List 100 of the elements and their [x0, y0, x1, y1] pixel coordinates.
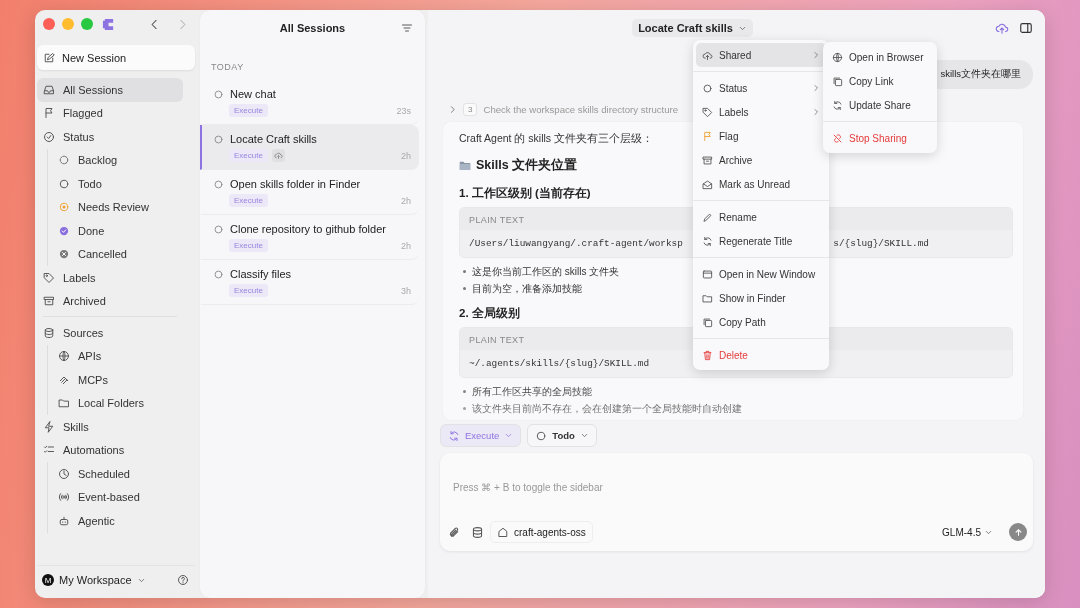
menu-item[interactable]: Show in Finder — [696, 286, 826, 310]
menu-item[interactable]: Update Share — [826, 93, 934, 117]
edit-icon — [43, 51, 55, 64]
chevron-down-icon — [579, 431, 589, 440]
refresh-icon — [448, 429, 460, 442]
sidebar-item[interactable]: Agentic — [52, 509, 183, 533]
status-dropdown[interactable]: Todo — [527, 424, 597, 447]
session-item[interactable]: Locate Craft skills Execute 2h — [200, 125, 419, 170]
menu-item[interactable]: Copy Path — [696, 310, 826, 334]
sidebar-item[interactable]: Backlog — [52, 148, 183, 172]
unlink-icon — [832, 132, 843, 144]
sidebar-item[interactable]: All Sessions — [37, 78, 183, 102]
circle-icon — [213, 223, 224, 235]
dashed-circle-icon — [58, 154, 70, 167]
session-item[interactable]: Open skills folder in Finder Execute 2h — [200, 170, 419, 215]
mode-tag: Execute — [229, 104, 268, 117]
menu-item[interactable]: Regenerate Title — [696, 229, 826, 253]
new-session-button[interactable]: New Session — [37, 45, 195, 70]
clock-icon — [58, 467, 70, 480]
menu-item[interactable]: Archive — [696, 148, 826, 172]
database-icon — [43, 326, 55, 339]
sidebar-item[interactable]: Sources — [37, 321, 183, 345]
tag-icon — [702, 106, 713, 118]
sidebar-item[interactable]: Automations — [37, 438, 183, 462]
sidebar-item[interactable]: APIs — [52, 344, 183, 368]
refresh-icon — [702, 235, 713, 247]
sidebar-item[interactable]: Status — [37, 125, 183, 149]
sidebar-item[interactable]: Event-based — [52, 485, 183, 509]
sidebar-item[interactable]: Archived — [37, 289, 183, 313]
flag-icon — [702, 130, 713, 142]
session-item[interactable]: Classify files Execute 3h — [200, 260, 419, 305]
close-window-button[interactable] — [43, 18, 55, 30]
session-time: 3h — [401, 285, 411, 296]
sidebar-item[interactable]: Done — [52, 219, 183, 243]
workspace-switcher[interactable]: My Workspace — [59, 574, 132, 586]
session-time: 2h — [401, 195, 411, 206]
home-icon — [497, 526, 509, 538]
globe-icon — [58, 350, 70, 363]
session-item[interactable]: Clone repository to github folder Execute 2h — [200, 215, 419, 260]
session-title-button[interactable]: Locate Craft skills — [632, 19, 753, 37]
archive-icon — [43, 295, 55, 308]
app-logo-icon — [102, 17, 115, 31]
copy-icon — [832, 75, 843, 87]
bullet-text: 这是你当前工作区的 skills 文件夹 — [472, 264, 620, 279]
menu-item[interactable]: Mark as Unread — [696, 172, 826, 196]
menu-item[interactable]: Flag — [696, 124, 826, 148]
menu-item[interactable]: Status — [696, 76, 826, 100]
source-button[interactable]: craft-agents-oss — [490, 521, 593, 543]
menu-item[interactable]: Delete — [696, 343, 826, 367]
menu-item[interactable]: Shared — [696, 43, 826, 67]
sidebar-toggle-icon[interactable] — [1019, 21, 1033, 35]
folder-icon — [702, 292, 713, 304]
send-button[interactable] — [1009, 523, 1027, 541]
section-heading: 1. 工作区级别 (当前存在) — [459, 186, 591, 201]
database-icon[interactable] — [471, 525, 484, 539]
sidebar-item[interactable]: Cancelled — [52, 242, 183, 266]
sidebar-item[interactable]: MCPs — [52, 368, 183, 392]
session-time: 2h — [401, 150, 411, 161]
session-title: Classify files — [230, 268, 292, 280]
menu-item[interactable]: Rename — [696, 205, 826, 229]
trash-icon — [702, 349, 713, 361]
session-title: New chat — [230, 88, 276, 100]
check-circle-icon — [58, 224, 70, 237]
session-title: Open skills folder in Finder — [230, 178, 361, 190]
sidebar-item[interactable]: Skills — [37, 415, 183, 439]
circle-icon — [213, 268, 224, 280]
workspace-avatar: M — [42, 574, 54, 586]
step-number: 3 — [463, 103, 478, 116]
folder-icon — [58, 397, 70, 410]
message-composer[interactable]: Press ⌘ + B to toggle the sidebar craft-agents-oss GLM-4.5 — [440, 453, 1033, 551]
filter-icon[interactable] — [401, 22, 413, 34]
model-selector[interactable]: GLM-4.5 — [936, 525, 999, 539]
code-line: s/{slug}/SKILL.md — [833, 238, 929, 249]
inbox-icon — [43, 83, 55, 96]
session-title: Locate Craft skills — [230, 133, 317, 145]
sidebar-item[interactable]: Flagged — [37, 101, 183, 125]
help-icon[interactable] — [177, 574, 189, 586]
paperclip-icon[interactable] — [448, 525, 461, 539]
circle-icon — [58, 177, 70, 190]
menu-item[interactable]: Open in New Window — [696, 262, 826, 286]
message-input[interactable]: Press ⌘ + B to toggle the sidebar — [440, 453, 1033, 521]
sidebar-item[interactable]: Needs Review — [52, 195, 183, 219]
sidebar-item[interactable]: Local Folders — [52, 391, 183, 415]
circle-icon — [213, 133, 224, 145]
mode-tag: Execute — [229, 239, 268, 252]
folder-icon — [459, 160, 471, 171]
circle-icon — [535, 429, 548, 442]
sidebar-item[interactable]: Scheduled — [52, 462, 183, 486]
chevron-right-icon[interactable] — [448, 105, 457, 114]
cloud-upload-icon[interactable] — [995, 21, 1009, 35]
menu-item[interactable]: Stop Sharing — [826, 126, 934, 150]
mode-tag: Execute — [229, 284, 268, 297]
refresh-icon — [832, 99, 843, 111]
maximize-window-button[interactable] — [81, 18, 93, 30]
menu-item[interactable]: Labels — [696, 100, 826, 124]
x-circle-icon — [58, 248, 70, 261]
sidebar-item[interactable]: Todo — [52, 172, 183, 196]
sidebar-item[interactable]: Labels — [37, 266, 183, 290]
step-text: Check the workspace skills directory structure — [483, 104, 679, 115]
section-heading: TODAY — [210, 61, 245, 74]
